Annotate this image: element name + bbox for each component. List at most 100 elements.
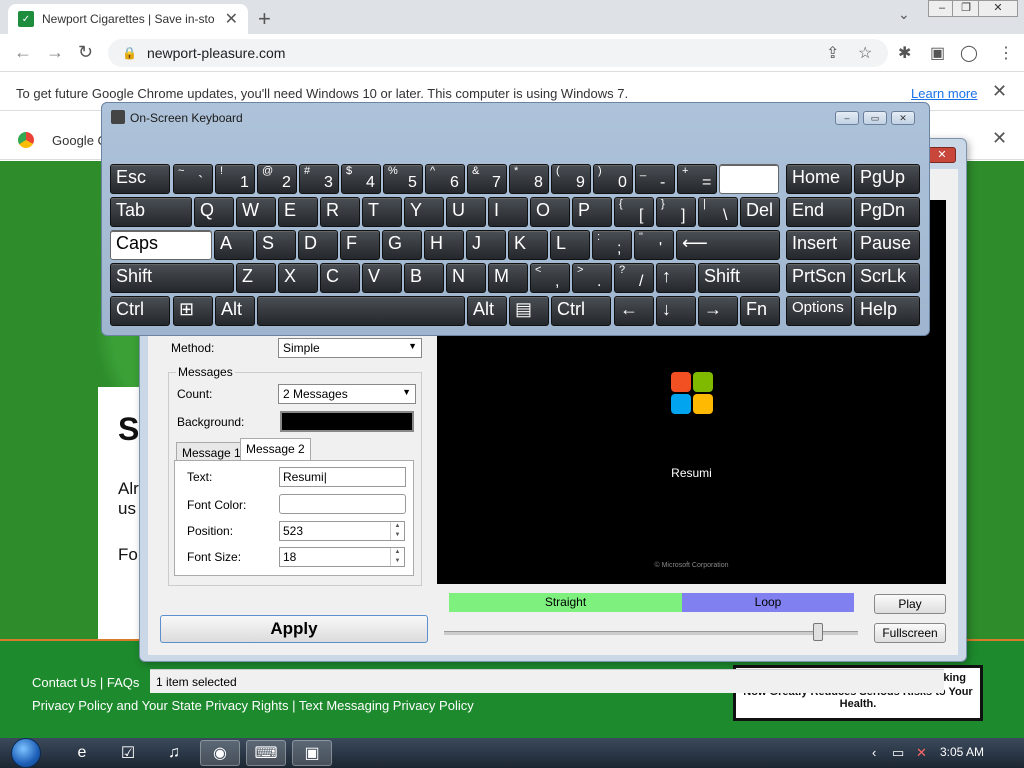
close-google-bar-icon[interactable]: ✕ xyxy=(992,128,1007,149)
straight-segment[interactable]: Straight xyxy=(449,593,682,612)
chrome-taskbar-icon[interactable]: ◉ xyxy=(200,740,240,766)
close-window-button[interactable]: ✕ xyxy=(978,0,1018,17)
key-s[interactable]: S xyxy=(256,230,296,260)
new-tab-icon[interactable]: + xyxy=(258,6,271,32)
loop-segment[interactable]: Loop xyxy=(682,593,854,612)
key-k112[interactable]: }] xyxy=(656,197,696,227)
apply-button[interactable]: Apply xyxy=(160,615,428,643)
tab-message-2[interactable]: Message 2 xyxy=(240,438,311,460)
forward-icon[interactable]: → xyxy=(46,42,64,63)
key-k113[interactable]: | \ xyxy=(698,197,738,227)
clock[interactable]: 3:05 AM xyxy=(940,745,984,759)
tasks-icon[interactable]: ☑ xyxy=(108,740,148,766)
key-pgup[interactable]: PgUp xyxy=(854,164,920,194)
bookmark-star-icon[interactable]: ☆ xyxy=(858,43,872,63)
key-shift[interactable]: Shift xyxy=(110,263,234,293)
key-k45[interactable]: ▤ xyxy=(509,296,549,326)
spin-arrows-icon[interactable]: ▲ ▼ xyxy=(390,522,404,540)
key-m[interactable]: M xyxy=(488,263,528,293)
key-help[interactable]: Help xyxy=(854,296,920,326)
key-n[interactable]: N xyxy=(446,263,486,293)
key-k41[interactable]: ⊞ xyxy=(173,296,213,326)
key-space[interactable] xyxy=(257,296,465,326)
key-q[interactable]: Q xyxy=(194,197,234,227)
key-k39[interactable]: >. xyxy=(572,263,612,293)
reload-icon[interactable]: ↻ xyxy=(78,42,93,63)
key-v[interactable]: V xyxy=(362,263,402,293)
key-k013[interactable]: + = xyxy=(677,164,717,194)
key-alt[interactable]: Alt xyxy=(215,296,255,326)
key-del[interactable]: Del xyxy=(740,197,780,227)
footer-links-secondary[interactable]: Privacy Policy and Your State Privacy Ri… xyxy=(32,698,474,713)
count-select[interactable]: 2 Messages ▼ xyxy=(278,384,416,404)
key-r[interactable]: R xyxy=(320,197,360,227)
key-k211[interactable]: " ' xyxy=(634,230,674,260)
key-0[interactable]: ) 0 xyxy=(593,164,633,194)
key-j[interactable]: J xyxy=(466,230,506,260)
close-infobar-icon[interactable]: ✕ xyxy=(992,81,1007,102)
playback-slider-thumb[interactable] xyxy=(813,623,823,641)
text-input[interactable]: Resumi| xyxy=(279,467,406,487)
volume-muted-icon[interactable]: ✕ xyxy=(916,745,927,761)
key-ctrl[interactable]: Ctrl xyxy=(110,296,170,326)
osk-minimize-button[interactable]: – xyxy=(835,111,859,125)
key-k310[interactable]: ? / xyxy=(614,263,654,293)
key-k48[interactable]: ↓ xyxy=(656,296,696,326)
position-stepper[interactable]: 523 ▲ ▼ xyxy=(279,521,405,541)
key-end[interactable]: End xyxy=(786,197,852,227)
side-panel-icon[interactable]: ▣ xyxy=(930,43,945,63)
key-prtscn[interactable]: PrtScn xyxy=(786,263,852,293)
key-esc[interactable]: Esc xyxy=(110,164,170,194)
key-e[interactable]: E xyxy=(278,197,318,227)
extensions-icon[interactable]: ✱ xyxy=(898,43,911,63)
key-c[interactable]: C xyxy=(320,263,360,293)
key-a[interactable]: A xyxy=(214,230,254,260)
start-button[interactable] xyxy=(6,738,46,768)
key-alt[interactable]: Alt xyxy=(467,296,507,326)
key-5[interactable]: % 5 xyxy=(383,164,423,194)
key-i[interactable]: I xyxy=(488,197,528,227)
key-options[interactable]: Options xyxy=(786,296,852,326)
bootscreen-taskbar-icon[interactable]: ▣ xyxy=(292,740,332,766)
method-select[interactable]: Simple ▼ xyxy=(278,338,422,358)
key-o[interactable]: O xyxy=(530,197,570,227)
key-1[interactable]: ! 1 xyxy=(215,164,255,194)
font-size-stepper[interactable]: 18 ▲ ▼ xyxy=(279,547,405,567)
key-k210[interactable]: :; xyxy=(592,230,632,260)
key-k47[interactable]: ← xyxy=(614,296,654,326)
key-pause[interactable]: Pause xyxy=(854,230,920,260)
key-k38[interactable]: <, xyxy=(530,263,570,293)
dialog-close-button[interactable]: ✕ xyxy=(928,147,956,163)
key-f[interactable]: F xyxy=(340,230,380,260)
back-icon[interactable]: ← xyxy=(14,42,32,63)
osk-maximize-button[interactable]: ▭ xyxy=(863,111,887,125)
osk-taskbar-icon[interactable]: ⌨ xyxy=(246,740,286,766)
key-u[interactable]: U xyxy=(446,197,486,227)
font-color-picker[interactable] xyxy=(279,494,406,514)
close-tab-icon[interactable]: ✕ xyxy=(225,9,238,29)
key-k49[interactable]: → xyxy=(698,296,738,326)
key-k111[interactable]: {[ xyxy=(614,197,654,227)
key-x[interactable]: X xyxy=(278,263,318,293)
restore-button[interactable]: ❐ xyxy=(952,0,980,17)
lock-icon[interactable]: 🔒 xyxy=(122,46,137,60)
key-k[interactable]: K xyxy=(508,230,548,260)
key-tab[interactable]: Tab xyxy=(110,197,192,227)
fullscreen-button[interactable]: Fullscreen xyxy=(874,623,946,643)
tab-search-chevron-icon[interactable]: ⌄ xyxy=(898,6,910,23)
key-4[interactable]: $4 xyxy=(341,164,381,194)
key-insert[interactable]: Insert xyxy=(786,230,852,260)
key-b[interactable]: B xyxy=(404,263,444,293)
key-shift[interactable]: Shift xyxy=(698,263,780,293)
show-hidden-icons-icon[interactable]: ‹ xyxy=(872,745,876,760)
key-k212[interactable]: ⟵ xyxy=(676,230,780,260)
playback-slider-track[interactable] xyxy=(444,631,858,635)
key-9[interactable]: (9 xyxy=(551,164,591,194)
key-k311[interactable]: ↑ xyxy=(656,263,696,293)
address-bar[interactable]: 🔒 newport-pleasure.com xyxy=(108,39,888,67)
key-d[interactable]: D xyxy=(298,230,338,260)
share-icon[interactable]: ⇪ xyxy=(826,43,839,63)
key-caps[interactable]: Caps xyxy=(110,230,212,260)
background-color-swatch[interactable] xyxy=(280,411,414,432)
key-k012[interactable]: _ - xyxy=(635,164,675,194)
